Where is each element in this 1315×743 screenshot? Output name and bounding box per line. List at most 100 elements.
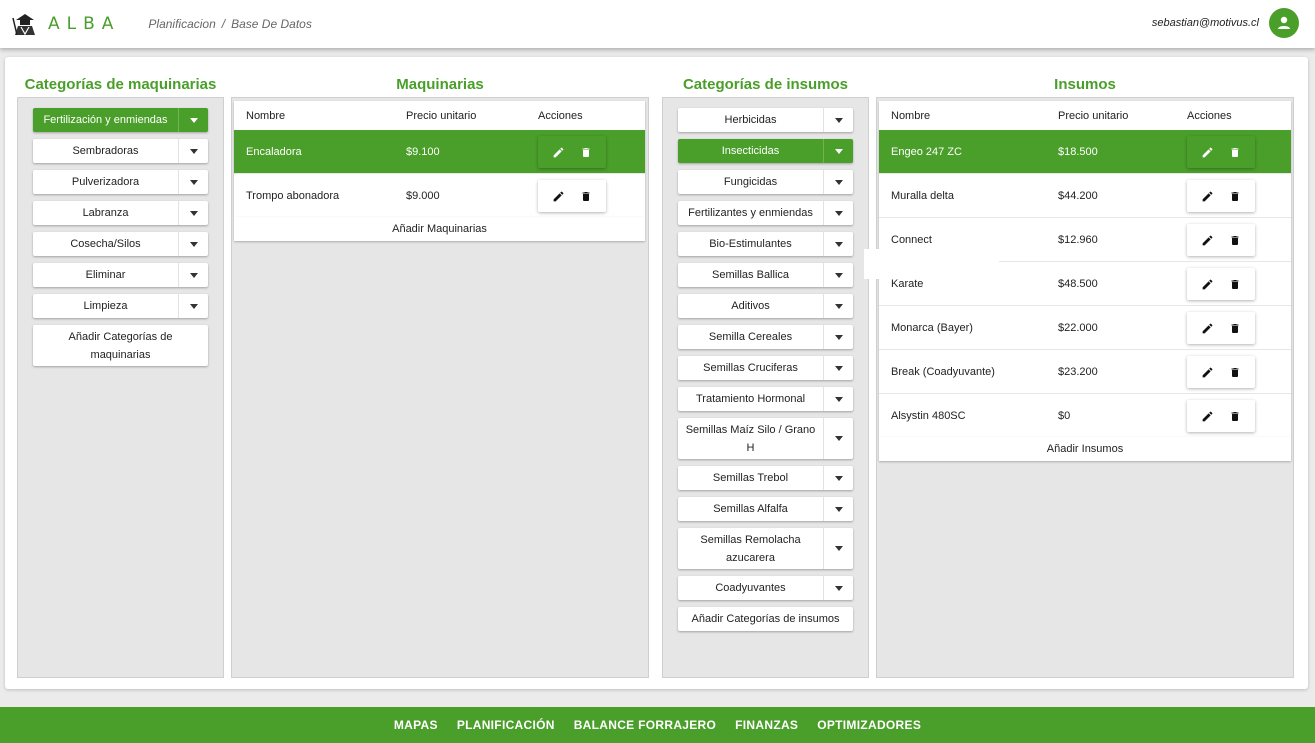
ins-category-tratamiento-hormonal[interactable]: Tratamiento Hormonal [678,387,853,411]
maq-category-pulverizadora[interactable]: Pulverizadora [33,170,208,194]
row-actions [1187,224,1255,256]
ins-category-semillas-remolacha[interactable]: Semillas Remolacha azucarera [678,528,853,569]
ins-category-semilla-cereales[interactable]: Semilla Cereales [678,325,853,349]
add-maquinaria-button[interactable]: Añadir Maquinarias [234,217,645,241]
delete-icon[interactable] [1225,362,1245,382]
category-dropdown[interactable] [178,232,208,256]
category-dropdown[interactable] [823,325,853,349]
header-acciones: Acciones [538,110,583,122]
breadcrumb-planificacion[interactable]: Planificacion [148,17,215,31]
maq-category-cosecha[interactable]: Cosecha/Silos [33,232,208,256]
table-row[interactable]: Encaladora $9.100 [234,130,645,174]
add-label: Añadir Categorías de maquinarias [68,330,173,361]
edit-icon[interactable] [1197,274,1217,294]
edit-icon[interactable] [1197,142,1217,162]
edit-icon[interactable] [1197,186,1217,206]
user-icon [1278,16,1290,29]
category-dropdown[interactable] [823,108,853,132]
nav-balance-forrajero[interactable]: BALANCE FORRAJERO [574,718,716,732]
category-dropdown[interactable] [823,497,853,521]
table-row[interactable]: Monarca (Bayer) $22.000 [879,306,1291,350]
maq-category-limpieza[interactable]: Limpieza [33,294,208,318]
delete-icon[interactable] [1225,142,1245,162]
header-nombre: Nombre [246,110,286,122]
ins-category-semillas-alfalfa[interactable]: Semillas Alfalfa [678,497,853,521]
maq-category-fertilizacion[interactable]: Fertilización y enmiendas [33,108,208,132]
category-dropdown[interactable] [823,387,853,411]
ins-category-fertilizantes[interactable]: Fertilizantes y enmiendas [678,201,853,225]
category-label: Fertilización y enmiendas [43,114,168,126]
edit-icon[interactable] [1197,362,1217,382]
nav-finanzas[interactable]: FINANZAS [735,718,798,732]
caret-down-icon [834,117,843,123]
ins-category-bio-estimulantes[interactable]: Bio-Estimulantes [678,232,853,256]
category-dropdown[interactable] [178,139,208,163]
delete-icon[interactable] [1225,318,1245,338]
table-row[interactable]: Engeo 247 ZC $18.500 [879,130,1291,174]
table-row[interactable]: Break (Coadyuvante) $23.200 [879,350,1291,394]
category-label: Herbicidas [724,114,777,126]
delete-icon[interactable] [576,186,596,206]
add-maq-category-button[interactable]: Añadir Categorías de maquinarias [33,325,208,366]
logo[interactable]: ALBA [12,12,120,36]
caret-down-icon [834,396,843,402]
category-dropdown[interactable] [178,263,208,287]
category-dropdown[interactable] [178,294,208,318]
category-dropdown[interactable] [823,232,853,256]
ins-category-coadyuvantes[interactable]: Coadyuvantes [678,576,853,600]
category-dropdown[interactable] [823,201,853,225]
ins-category-aditivos[interactable]: Aditivos [678,294,853,318]
category-dropdown[interactable] [823,466,853,490]
category-dropdown[interactable] [823,528,853,569]
category-label: Semillas Ballica [711,269,790,281]
delete-icon[interactable] [576,142,596,162]
category-dropdown[interactable] [823,294,853,318]
caret-down-icon [834,272,843,278]
caret-down-icon [834,179,843,185]
category-dropdown[interactable] [823,356,853,380]
caret-down-icon [834,303,843,309]
category-label: Insecticidas [721,145,780,157]
ins-category-semillas-maiz[interactable]: Semillas Maíz Silo / Grano H [678,418,853,459]
category-dropdown[interactable] [823,263,853,287]
edit-icon[interactable] [548,142,568,162]
category-dropdown[interactable] [178,201,208,225]
category-dropdown[interactable] [178,108,208,132]
edit-icon[interactable] [548,186,568,206]
ins-category-semillas-cruciferas[interactable]: Semillas Cruciferas [678,356,853,380]
edit-icon[interactable] [1197,406,1217,426]
category-dropdown[interactable] [823,418,853,459]
delete-icon[interactable] [1225,406,1245,426]
category-dropdown[interactable] [823,170,853,194]
table-row[interactable]: Trompo abonadora $9.000 [234,174,645,218]
category-dropdown[interactable] [823,576,853,600]
row-actions [1187,400,1255,432]
table-row[interactable]: Alsystin 480SC $0 [879,394,1291,438]
table-row[interactable]: Muralla delta $44.200 [879,174,1291,218]
row-price: $22.000 [1058,321,1098,334]
ins-category-herbicidas[interactable]: Herbicidas [678,108,853,132]
delete-icon[interactable] [1225,274,1245,294]
category-dropdown[interactable] [823,139,853,163]
category-label: Eliminar [85,269,126,281]
ins-category-fungicidas[interactable]: Fungicidas [678,170,853,194]
delete-icon[interactable] [1225,230,1245,250]
maq-category-labranza[interactable]: Labranza [33,201,208,225]
delete-icon[interactable] [1225,186,1245,206]
nav-optimizadores[interactable]: OPTIMIZADORES [817,718,921,732]
avatar[interactable] [1269,8,1299,38]
edit-icon[interactable] [1197,230,1217,250]
edit-icon[interactable] [1197,318,1217,338]
add-ins-category-button[interactable]: Añadir Categorías de insumos [678,607,853,631]
ins-category-semillas-ballica[interactable]: Semillas Ballica [678,263,853,287]
user-email: sebastian@motivus.cl [1151,17,1259,29]
category-dropdown[interactable] [178,170,208,194]
nav-mapas[interactable]: MAPAS [394,718,438,732]
maq-category-sembradoras[interactable]: Sembradoras [33,139,208,163]
ins-category-semillas-trebol[interactable]: Semillas Trebol [678,466,853,490]
maq-category-eliminar[interactable]: Eliminar [33,263,208,287]
ins-category-insecticidas[interactable]: Insecticidas [678,139,853,163]
add-insumo-button[interactable]: Añadir Insumos [879,437,1291,461]
nav-planificacion[interactable]: PLANIFICACIÓN [457,718,555,732]
row-name: Muralla delta [891,189,954,202]
